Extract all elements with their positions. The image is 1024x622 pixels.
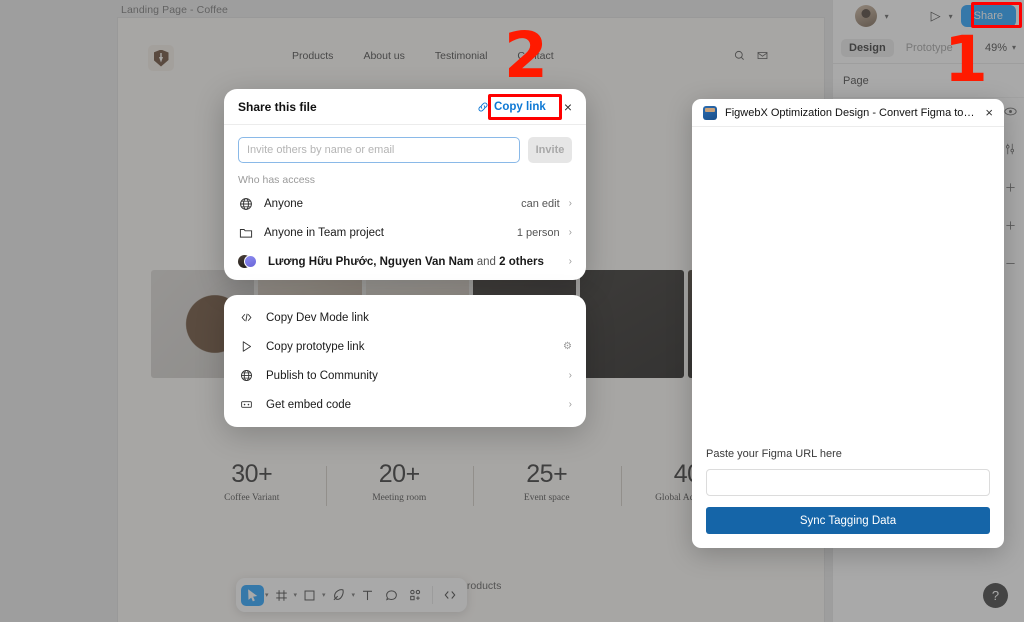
chevron-right-icon[interactable]: ›	[569, 399, 572, 410]
figma-url-input[interactable]	[706, 469, 990, 496]
menu-item-label: Copy Dev Mode link	[266, 311, 369, 324]
embed-icon	[238, 398, 254, 411]
menu-item-label: Publish to Community	[266, 369, 378, 382]
share-dialog-body: Invite Who has access Anyone can edit › …	[224, 125, 586, 280]
share-dialog: Share this file Copy link × Invite Who h…	[224, 89, 586, 280]
link-icon	[478, 102, 488, 111]
access-row-anyone[interactable]: Anyone can edit ›	[238, 189, 572, 218]
invite-input[interactable]	[238, 137, 520, 163]
globe-icon	[238, 369, 254, 382]
share-dialog-header: Share this file Copy link ×	[224, 89, 586, 125]
access-row-permission: 1 person	[516, 226, 560, 239]
access-row-right: can edit ›	[521, 198, 572, 210]
menu-item-copy-prototype-link[interactable]: Copy prototype link ⚙	[224, 332, 586, 361]
avatar	[244, 254, 257, 268]
invite-row: Invite	[238, 137, 572, 163]
plugin-content-spacer	[706, 141, 990, 448]
chevron-right-icon[interactable]: ›	[569, 370, 572, 381]
globe-icon	[238, 197, 254, 211]
link-options-menu: Copy Dev Mode link Copy prototype link ⚙…	[224, 295, 586, 427]
gear-icon[interactable]: ⚙	[563, 341, 572, 352]
menu-item-label: Get embed code	[266, 398, 352, 411]
menu-item-publish-to-community[interactable]: Publish to Community ›	[224, 361, 586, 390]
share-dialog-title: Share this file	[238, 99, 317, 114]
copy-link-label: Copy link	[494, 100, 546, 113]
app-root: Landing Page - Coffee Products About us …	[0, 0, 1024, 622]
close-icon[interactable]: ×	[564, 100, 572, 114]
invite-button[interactable]: Invite	[528, 137, 572, 163]
who-has-access-label: Who has access	[238, 174, 316, 186]
access-row-label: Anyone	[264, 197, 304, 210]
menu-item-copy-dev-mode-link[interactable]: Copy Dev Mode link	[224, 303, 586, 332]
share-dialog-header-actions: Copy link ×	[471, 97, 572, 117]
chevron-right-icon[interactable]: ›	[569, 256, 572, 267]
plugin-window: FigwebX Optimization Design - Convert Fi…	[692, 99, 1004, 548]
menu-item-get-embed-code[interactable]: Get embed code ›	[224, 390, 586, 419]
plugin-title: FigwebX Optimization Design - Convert Fi…	[725, 106, 978, 119]
access-row-right: 1 person ›	[517, 227, 572, 239]
people-and-label: and	[476, 255, 500, 268]
access-row-permission: can edit	[521, 197, 560, 210]
sync-tagging-data-button[interactable]: Sync Tagging Data	[706, 507, 990, 534]
plugin-body: Paste your Figma URL here Sync Tagging D…	[692, 127, 1004, 548]
people-others-count: 2 others	[499, 255, 544, 268]
avatar-group	[238, 254, 258, 270]
access-row-label: Anyone in Team project	[264, 226, 384, 239]
chevron-right-icon[interactable]: ›	[569, 227, 572, 238]
plugin-logo-icon	[703, 105, 717, 120]
folder-icon	[238, 226, 254, 240]
menu-item-label: Copy prototype link	[266, 340, 365, 353]
play-icon	[238, 340, 254, 353]
chevron-right-icon[interactable]: ›	[569, 198, 572, 209]
access-row-people[interactable]: Lương Hữu Phước, Nguyen Van Nam and 2 ot…	[238, 247, 572, 276]
figma-url-label: Paste your Figma URL here	[706, 448, 842, 460]
people-names-list: Lương Hữu Phước, Nguyen Van Nam	[268, 255, 477, 268]
access-row-team-project[interactable]: Anyone in Team project 1 person ›	[238, 218, 572, 247]
copy-link-button[interactable]: Copy link	[471, 97, 552, 117]
close-icon[interactable]: ×	[985, 106, 993, 119]
people-names: Lương Hữu Phước, Nguyen Van Nam and 2 ot…	[268, 256, 544, 268]
plugin-header: FigwebX Optimization Design - Convert Fi…	[692, 99, 1004, 127]
access-row-right: ›	[569, 256, 572, 267]
code-icon	[238, 311, 254, 324]
